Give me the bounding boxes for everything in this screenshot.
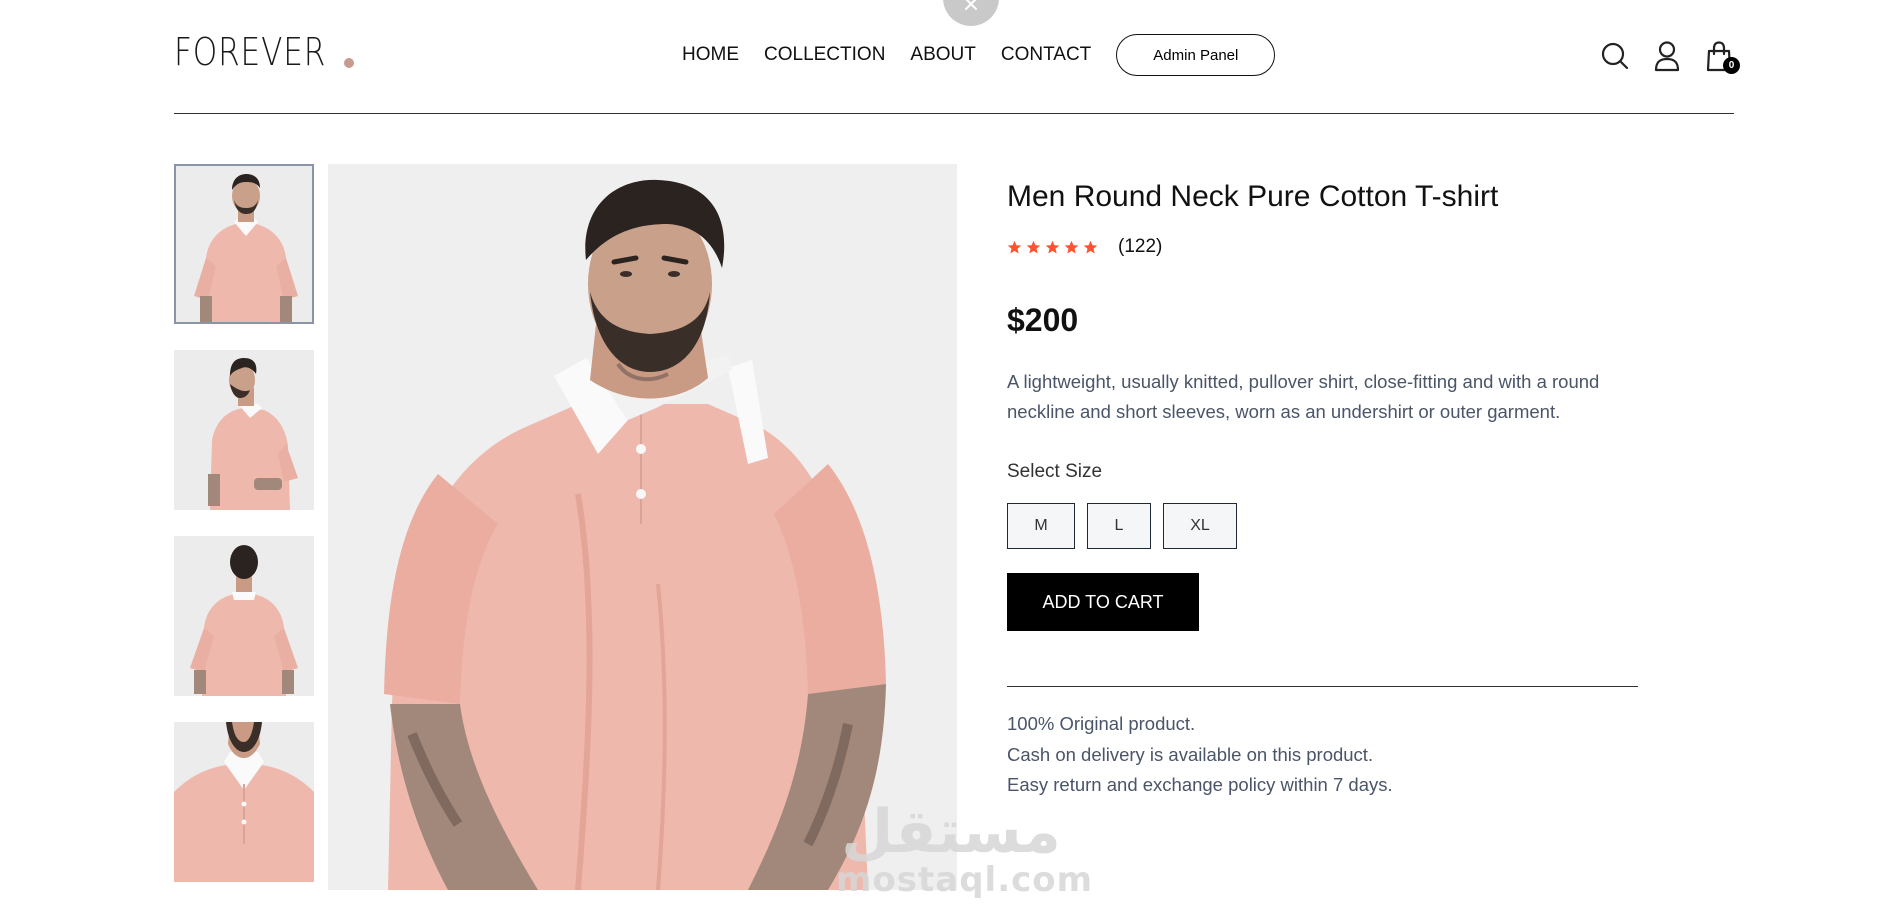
policy-original: 100% Original product. (1007, 713, 1196, 734)
search-button[interactable] (1600, 40, 1630, 72)
profile-button[interactable] (1652, 40, 1682, 72)
header-icons: 0 (1600, 40, 1740, 74)
cart-count-badge: 0 (1723, 57, 1740, 74)
nav-link-about[interactable]: ABOUT (910, 44, 975, 66)
thumbnail-back[interactable] (174, 536, 314, 696)
logo-text: FOREVER (174, 30, 327, 74)
product-title: Men Round Neck Pure Cotton T-shirt (1007, 180, 1499, 213)
logo[interactable]: FOREVER (174, 32, 354, 72)
size-button-xl[interactable]: XL (1163, 503, 1237, 549)
add-to-cart-button[interactable]: ADD TO CART (1007, 573, 1199, 631)
logo-dot (343, 58, 354, 68)
main-product-image (328, 164, 957, 890)
product-thumbnail-image (174, 722, 314, 882)
user-icon (1654, 41, 1680, 72)
product-thumbnail-image (174, 350, 314, 510)
nav-link-home[interactable]: HOME (682, 44, 739, 66)
thumbnail-closeup[interactable] (174, 722, 314, 882)
product-policies: 100% Original product. Cash on delivery … (1007, 709, 1647, 801)
select-size-label: Select Size (1007, 461, 1103, 482)
thumbnail-list (174, 164, 314, 908)
product-thumbnail-image (174, 536, 314, 696)
product-photo (328, 164, 957, 890)
cart-button[interactable]: 0 (1704, 40, 1740, 74)
main-nav: HOME COLLECTION ABOUT CONTACT Admin Pane… (682, 34, 1276, 76)
size-button-m[interactable]: M (1007, 503, 1075, 549)
thumbnail-front[interactable] (174, 164, 314, 324)
divider (1007, 686, 1638, 687)
product-rating: (122) (1007, 236, 1647, 258)
review-count: (122) (1118, 236, 1163, 257)
nav-link-collection[interactable]: COLLECTION (764, 44, 885, 66)
thumbnail-side[interactable] (174, 350, 314, 510)
size-options: M L XL (1007, 503, 1647, 549)
star-icon (1026, 240, 1041, 253)
star-icon (1064, 240, 1079, 253)
star-icon (1045, 240, 1060, 253)
product-thumbnail-image (176, 166, 312, 322)
product-price: $200 (1007, 302, 1079, 338)
star-icon (1083, 240, 1098, 253)
star-icon (1007, 240, 1022, 253)
size-button-l[interactable]: L (1087, 503, 1151, 549)
star-rating (1007, 240, 1098, 255)
top-navbar: FOREVER HOME COLLECTION ABOUT CONTACT Ad… (174, 0, 1740, 114)
policy-cod: Cash on delivery is available on this pr… (1007, 743, 1374, 765)
nav-link-contact[interactable]: CONTACT (1001, 44, 1091, 66)
product-description: A lightweight, usually knitted, pullover… (1007, 371, 1600, 422)
product-info: Men Round Neck Pure Cotton T-shirt (122)… (1007, 164, 1647, 801)
policy-return: Easy return and exchange policy within 7… (1007, 774, 1393, 795)
search-icon (1601, 42, 1629, 70)
admin-panel-button[interactable]: Admin Panel (1116, 34, 1276, 76)
